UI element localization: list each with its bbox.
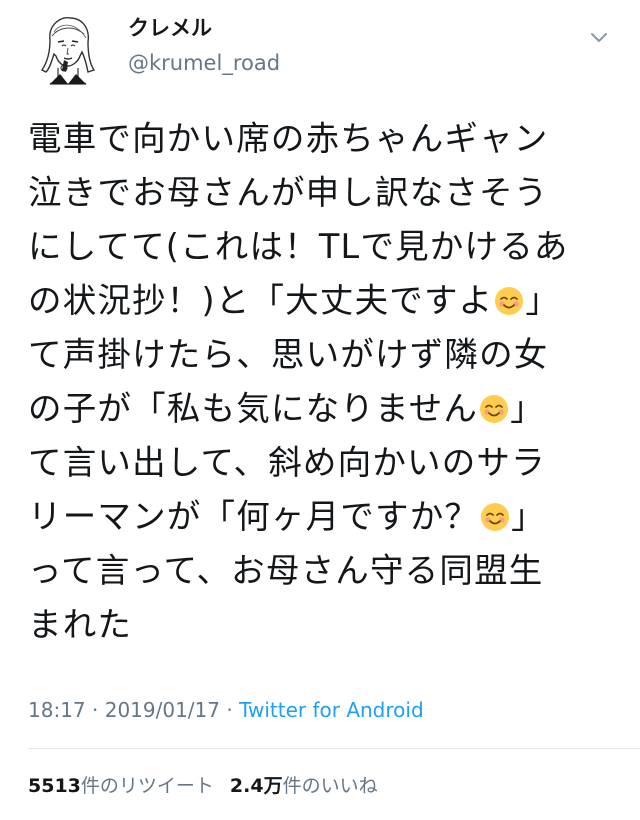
tweet-text-segment: にしてて(これは！TLで見かけるあ: [28, 227, 569, 266]
tweet-text-line: にしてて(これは！TLで見かけるあ: [28, 220, 608, 274]
smiling-face-icon: [479, 394, 509, 424]
tweet-text-line: て声掛けたら、思いがけず隣の女: [28, 328, 608, 382]
avatar[interactable]: [28, 10, 108, 90]
likes-label: 件のいいね: [282, 775, 378, 797]
tweet-text-segment: 」: [525, 281, 561, 320]
tweet-source-link[interactable]: Twitter for Android: [239, 698, 424, 722]
user-handle[interactable]: @krumel_road: [128, 48, 280, 78]
tweet-meta: 18:17 · 2019/01/17 · Twitter for Android: [28, 696, 424, 724]
smiling-face-icon: [494, 286, 524, 316]
tweet-text-segment: 電車で向かい席の赤ちゃんギャン: [28, 119, 549, 158]
tweet-detail: クレメル @krumel_road 電車で向かい席の赤ちゃんギャン 泣きでお母さん…: [0, 0, 640, 820]
tweet-text-segment: の状況抄！)と「大丈夫ですよ: [28, 281, 494, 320]
display-name[interactable]: クレメル: [128, 14, 280, 42]
tweet-text-segment: の子が「私も気になりません: [28, 389, 479, 428]
likes-count: 2.4万: [229, 775, 283, 797]
tweet-time: 18:17: [28, 698, 86, 722]
tweet-text-segment: 」: [511, 497, 546, 536]
tweet-text-line: 泣きでお母さんが申し訳なさそう: [28, 166, 608, 220]
meta-separator: ·: [220, 698, 240, 722]
tweet-date: 2019/01/17: [104, 698, 220, 722]
tweet-header: クレメル @krumel_road: [28, 6, 618, 92]
tweet-text-segment: て声掛けたら、思いがけず隣の女: [28, 335, 549, 374]
meta-separator: ·: [85, 698, 105, 722]
tweet-text-line: って言って、お母さん守る同盟生: [28, 544, 608, 598]
user-names[interactable]: クレメル @krumel_road: [128, 14, 280, 78]
tweet-text-segment: 泣きでお母さんが申し訳なさそう: [28, 173, 549, 212]
chevron-down-icon[interactable]: [588, 26, 610, 48]
smiling-face-icon: [480, 502, 510, 532]
tweet-text-segment: リーマンが「何ヶ月ですか？: [28, 497, 480, 536]
retweets-count: 5513: [28, 775, 81, 797]
tweet-stats: 5513件のリツイート 2.4万件のいいね: [28, 772, 378, 800]
retweets-label: 件のリツイート: [80, 775, 214, 797]
tweet-text-line: て言い出して、斜め向かいのサラ: [28, 436, 608, 490]
divider: [28, 748, 640, 749]
tweet-text-segment: まれた: [28, 605, 133, 644]
tweet-text-line: まれた: [28, 598, 608, 652]
tweet-text-segment: て言い出して、斜め向かいのサラ: [28, 443, 546, 482]
tweet-text-line: の子が「私も気になりません」: [28, 382, 608, 436]
tweet-text-line: リーマンが「何ヶ月ですか？ 」: [28, 490, 608, 544]
tweet-text-segment: 」: [510, 389, 545, 428]
tweet-text-line: の状況抄！)と「大丈夫ですよ」: [28, 274, 608, 328]
avatar-illustration-icon: [28, 10, 108, 90]
retweets-stat[interactable]: 5513件のリツイート: [28, 775, 214, 797]
likes-stat[interactable]: 2.4万件のいいね: [230, 775, 378, 797]
tweet-text-line: 電車で向かい席の赤ちゃんギャン: [28, 112, 608, 166]
tweet-text: 電車で向かい席の赤ちゃんギャン 泣きでお母さんが申し訳なさそう にしてて(これは！T…: [28, 112, 608, 652]
tweet-text-segment: って言って、お母さん守る同盟生: [28, 551, 544, 590]
